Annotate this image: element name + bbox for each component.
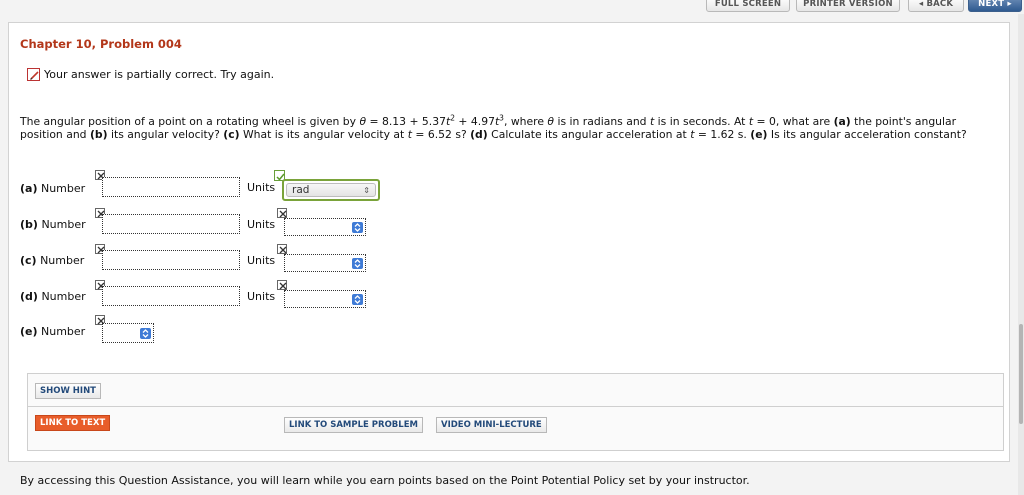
hint-section: SHOW HINT	[27, 373, 1004, 407]
links-section: LINK TO TEXT LINK TO SAMPLE PROBLEM VIDE…	[27, 407, 1004, 451]
answer-c-units-select[interactable]	[284, 254, 366, 272]
feedback-text: Your answer is partially correct. Try ag…	[44, 68, 275, 81]
question-text: The angular position of a point on a rot…	[20, 113, 967, 141]
pencil-icon	[27, 68, 40, 81]
question-panel: Chapter 10, Problem 004 Your answer is p…	[8, 22, 1010, 462]
answer-c-units-label: Units	[247, 254, 276, 267]
incorrect-x-icon	[277, 280, 287, 290]
answer-b-units-label: Units	[247, 218, 276, 231]
units-dropdown-rad[interactable]: rad ⇕	[286, 183, 376, 197]
select-spinner-icon	[352, 258, 363, 269]
select-spinner-icon	[352, 222, 363, 233]
printer-version-button[interactable]: PRINTER VERSION	[796, 0, 900, 12]
answer-e-label: (e) Number	[20, 325, 86, 338]
answer-d-units-label: Units	[247, 290, 276, 303]
select-arrows-icon: ⇕	[363, 186, 370, 195]
answer-d-label: (d) Number	[20, 290, 86, 303]
answer-a-label: (a) Number	[20, 182, 86, 195]
answer-c-number-input[interactable]	[102, 250, 240, 270]
answer-b-number-input[interactable]	[102, 214, 240, 234]
page-scrollbar[interactable]	[1018, 14, 1024, 495]
answer-c-label: (c) Number	[20, 254, 85, 267]
incorrect-x-icon	[277, 208, 287, 218]
footer-policy-text: By accessing this Question Assistance, y…	[20, 474, 750, 487]
answer-b-label: (b) Number	[20, 218, 86, 231]
link-to-sample-problem-button[interactable]: LINK TO SAMPLE PROBLEM	[284, 417, 423, 433]
select-spinner-icon	[352, 294, 363, 305]
problem-title: Chapter 10, Problem 004	[20, 37, 182, 51]
full-screen-button[interactable]: FULL SCREEN	[706, 0, 790, 12]
incorrect-x-icon	[277, 244, 287, 254]
answer-d-units-select[interactable]	[284, 290, 366, 308]
next-button[interactable]: NEXT ▸	[968, 0, 1022, 12]
video-mini-lecture-button[interactable]: VIDEO MINI-LECTURE	[436, 417, 547, 433]
top-nav-bar: FULL SCREEN PRINTER VERSION ◂ BACK NEXT …	[0, 0, 1024, 14]
answer-e-select[interactable]	[102, 323, 154, 343]
show-hint-button[interactable]: SHOW HINT	[35, 383, 101, 399]
back-button[interactable]: ◂ BACK	[908, 0, 964, 12]
select-spinner-icon	[140, 328, 151, 339]
answer-a-units-label: Units	[247, 181, 276, 194]
scrollbar-thumb[interactable]	[1019, 324, 1023, 424]
answer-a-units-select[interactable]: rad ⇕	[282, 179, 380, 201]
answer-d-number-input[interactable]	[102, 286, 240, 306]
link-to-text-button[interactable]: LINK TO TEXT	[35, 415, 111, 431]
answer-b-units-select[interactable]	[284, 218, 366, 236]
answer-a-number-input[interactable]	[102, 177, 240, 197]
